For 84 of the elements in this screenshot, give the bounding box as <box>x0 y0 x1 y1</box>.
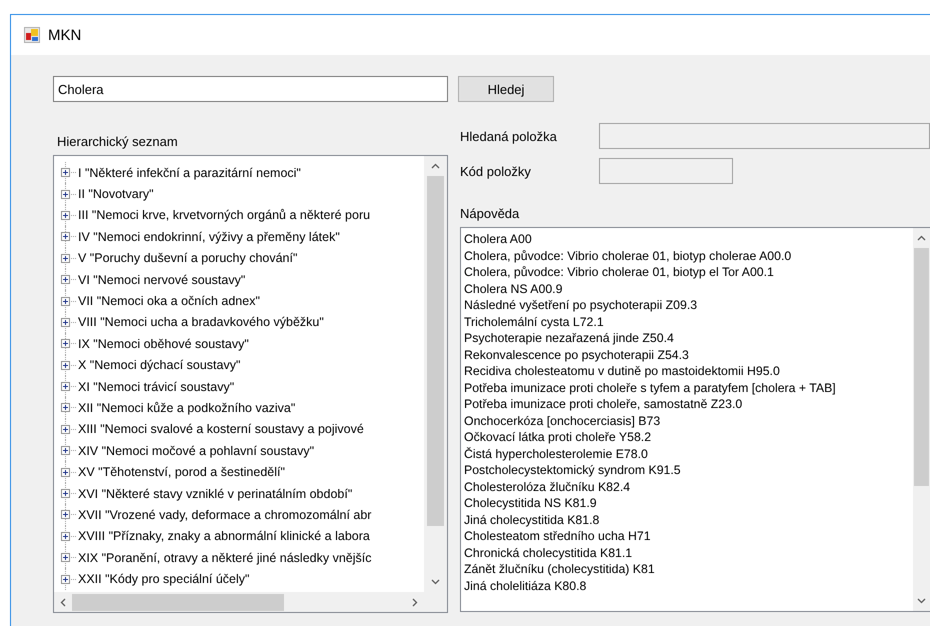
tree-item[interactable]: XIV "Nemoci močové a pohlavní soustavy" <box>78 444 314 458</box>
tree-item[interactable]: I "Některé infekční a parazitární nemoci" <box>78 166 301 180</box>
list-item[interactable]: Cholera, původce: Vibrio cholerae 01, biotyp el Tor A00.1 <box>464 264 913 280</box>
list-item[interactable]: Cholesteatom středního ucha H71 <box>464 528 913 544</box>
tree-item[interactable]: II "Novotvary" <box>78 187 154 202</box>
expand-icon[interactable] <box>61 296 70 306</box>
expand-icon[interactable] <box>61 468 70 477</box>
vertical-scrollbar[interactable] <box>913 228 930 611</box>
expand-icon[interactable] <box>61 339 70 348</box>
list-item[interactable]: Cholera, původce: Vibrio cholerae 01, biotyp cholerae A00.0 <box>464 248 913 264</box>
scroll-down-icon <box>431 579 440 585</box>
expand-icon[interactable] <box>61 254 70 263</box>
list-item[interactable]: Potřeba imunizace proti choleře s tyfem a paratyfem [cholera + TAB] <box>464 380 913 396</box>
tree-item[interactable]: XIII "Nemoci svalové a kosterní soustavy a pojivové <box>78 422 364 436</box>
list-item[interactable]: Recidiva cholesteatomu v dutině po mastoidektomii H95.0 <box>464 363 913 380</box>
expand-icon[interactable] <box>61 424 70 434</box>
tree-item[interactable]: VI "Nemoci nervové soustavy" <box>78 272 246 287</box>
tree-item[interactable]: XII "Nemoci kůže a podkožního vaziva" <box>78 400 296 415</box>
tree-item[interactable]: IV "Nemoci endokrinní, výživy a přeměny látek" <box>78 230 340 244</box>
list-item[interactable]: Cholecystitida NS K81.9 <box>464 495 913 512</box>
expand-icon[interactable] <box>61 318 70 327</box>
tree-item[interactable]: VIII "Nemoci ucha a bradavkového výběžku" <box>78 315 324 330</box>
list-item[interactable]: Potřeba imunizace proti choleře, samostatně Z23.0 <box>464 396 913 412</box>
scroll-left-icon <box>60 598 66 606</box>
expand-icon[interactable] <box>61 190 70 199</box>
field-label: Kód položky <box>460 164 532 178</box>
app-icon <box>24 27 40 43</box>
list-item[interactable]: Očkovací látka proti choleře Y58.2 <box>464 429 913 446</box>
scroll-up-icon <box>431 163 440 169</box>
window-title: MKN <box>48 26 82 44</box>
list-item[interactable]: Zánět žlučníku (cholecystitida) K81 <box>464 561 913 578</box>
scroll-down-icon <box>917 598 926 604</box>
scroll-right-icon <box>412 598 418 606</box>
search-field[interactable]: Cholera <box>53 76 448 102</box>
list-item[interactable]: Psychoterapie nezařazená jinde Z50.4 <box>464 330 913 346</box>
read-only-field[interactable] <box>599 123 930 149</box>
read-only-field[interactable] <box>599 158 733 184</box>
list-item[interactable]: Čistá hypercholesterolemie E78.0 <box>464 446 913 462</box>
tree-item[interactable]: XIX "Poranění, otravy a některé jiné následky vnějšíc <box>78 550 372 565</box>
expand-icon[interactable] <box>61 446 70 456</box>
tree-item[interactable]: XVI "Některé stavy vzniklé v perinatálním období" <box>78 486 352 501</box>
expand-icon[interactable] <box>61 403 70 412</box>
list-item[interactable]: Jiná cholelitiáza K80.8 <box>464 578 913 594</box>
expand-icon[interactable] <box>61 382 70 392</box>
expand-icon[interactable] <box>61 574 70 584</box>
expand-icon[interactable] <box>61 168 70 178</box>
horizontal-scrollbar[interactable] <box>54 592 424 612</box>
expand-icon[interactable] <box>61 489 70 498</box>
list-item[interactable]: Postcholecystektomický syndrom K91.5 <box>464 462 913 478</box>
tree-item[interactable]: V "Poruchy duševní a poruchy chování" <box>78 251 298 266</box>
scroll-thumb[interactable] <box>914 248 929 486</box>
expand-icon[interactable] <box>61 232 70 242</box>
list-item[interactable]: Cholera A00 <box>464 231 913 248</box>
tree-item[interactable]: IX "Nemoci oběhové soustavy" <box>78 336 249 351</box>
tree-item[interactable]: X "Nemoci dýchací soustavy" <box>78 358 240 372</box>
expand-icon[interactable] <box>61 553 70 562</box>
tree-item[interactable]: XVII "Vrozené vady, deformace a chromozomální abr <box>78 508 372 522</box>
list-item[interactable]: Následné vyšetření po psychoterapii Z09.3 <box>464 297 913 314</box>
scroll-up-icon <box>917 235 926 241</box>
list-item[interactable]: Chronická cholecystitida K81.1 <box>464 544 913 561</box>
search-button[interactable]: Hledej <box>458 76 554 102</box>
tree-item[interactable]: XVIII "Příznaky, znaky a abnormální klinické a labora <box>78 529 370 544</box>
list-item[interactable]: Jiná cholecystitida K81.8 <box>464 512 913 528</box>
expand-icon[interactable] <box>61 275 70 284</box>
tree-item[interactable]: XV "Těhotenství, porod a šestinedělí" <box>78 465 285 480</box>
tree-item[interactable]: VII "Nemoci oka a očních adnex" <box>78 294 260 308</box>
tree-label: Hierarchický seznam <box>57 134 179 149</box>
list-item[interactable]: Cholera NS A00.9 <box>464 280 913 297</box>
vertical-scrollbar[interactable] <box>424 156 447 592</box>
tree-item[interactable]: XXII "Kódy pro speciální účely" <box>78 572 250 586</box>
list-label: Nápověda <box>460 206 520 221</box>
list-item[interactable]: Onchocerkóza [onchocerciasis] B73 <box>464 412 913 429</box>
field-label: Hledaná položka <box>460 128 558 144</box>
expand-icon[interactable] <box>61 210 70 220</box>
scroll-thumb[interactable] <box>427 176 444 526</box>
tree-item[interactable]: III "Nemoci krve, krvetvorných orgánů a některé poru <box>78 208 370 222</box>
expand-icon[interactable] <box>61 510 70 520</box>
tree-item[interactable]: XI "Nemoci trávicí soustavy" <box>78 380 234 394</box>
expand-icon[interactable] <box>61 532 70 541</box>
expand-icon[interactable] <box>61 360 70 370</box>
list-item[interactable]: Rekonvalescence po psychoterapii Z54.3 <box>464 346 913 363</box>
list-item[interactable]: Cholesterolóza žlučníku K82.4 <box>464 478 913 495</box>
scroll-thumb[interactable] <box>72 594 284 610</box>
list-item[interactable]: Tricholemální cysta L72.1 <box>464 314 913 330</box>
